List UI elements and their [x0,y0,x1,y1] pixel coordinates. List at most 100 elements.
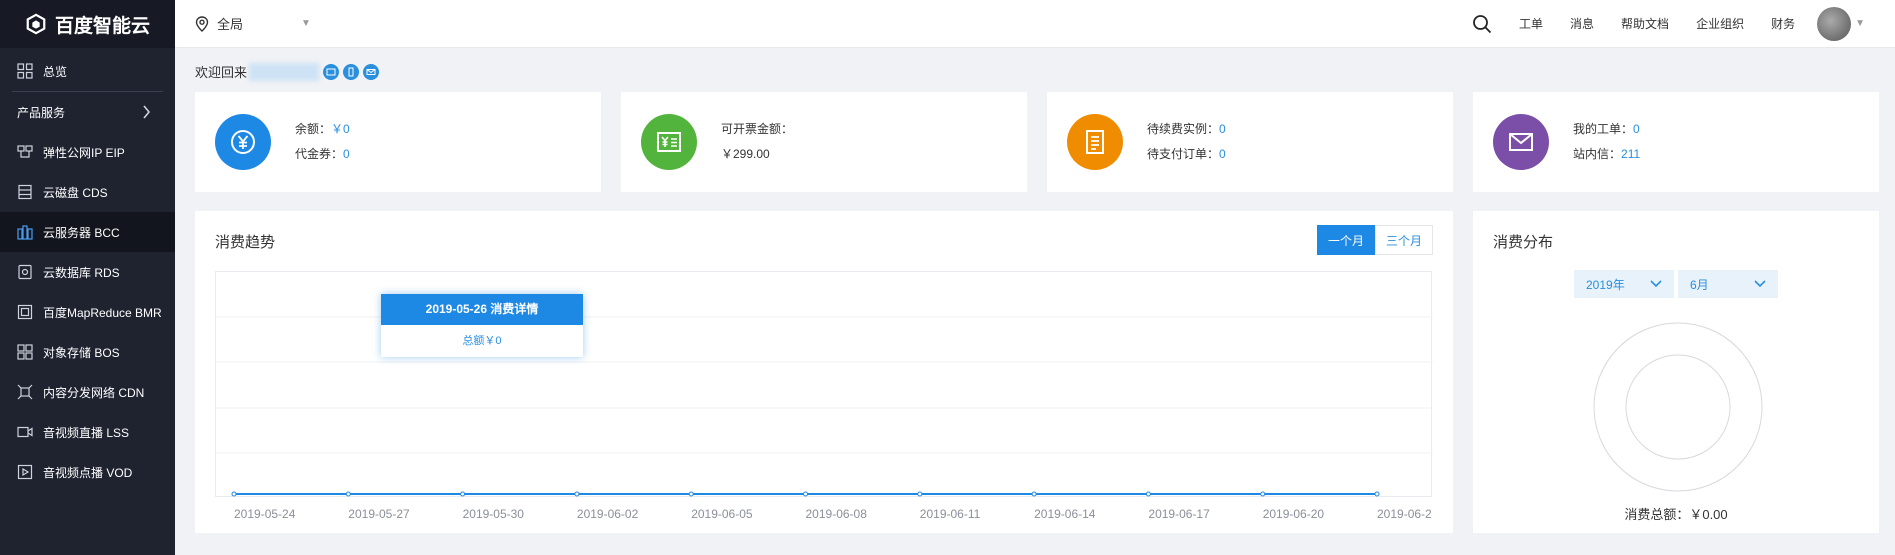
year-select[interactable]: 2019年 [1574,270,1674,298]
unpaid-value[interactable]: 0 [1219,147,1226,161]
unpaid-label: 待支付订单： [1147,147,1220,161]
welcome-bar: 欢迎回来 [195,62,380,81]
sidebar-item-label: 音视频直播 LSS [43,425,130,440]
sidebar-item-cds[interactable]: 云磁盘 CDS [0,172,175,212]
grid-icon [17,63,33,79]
renew-value[interactable]: 0 [1219,122,1226,136]
yuan-icon [215,114,271,170]
x-tick-label: 2019-05-30 [463,507,525,521]
balance-card: 余额：￥0 代金券：0 [195,92,601,192]
inbox-value[interactable]: 211 [1621,147,1640,161]
sidebar-item-bcc[interactable]: 云服务器 BCC [0,212,175,252]
sidebar-item-lss[interactable]: 音视频直播 LSS [0,412,175,452]
distribution-panel: 消费分布 2019年 6月 消费总额：￥0.00 [1473,211,1879,533]
x-tick-label: 2019-06-14 [1034,507,1096,521]
sidebar-item-bos[interactable]: 对象存储 BOS [0,332,175,372]
x-tick-label: 2019-05-27 [348,507,410,521]
distribution-total: 消费总额：￥0.00 [1624,507,1728,522]
live-icon [17,424,33,440]
trend-title: 消费趋势 [215,234,276,251]
period-selectors: 2019年 6月 [1574,270,1778,298]
month-select[interactable]: 6月 [1678,270,1778,298]
coupon-label: 代金券： [295,147,344,161]
coupon-value[interactable]: 0 [343,147,350,161]
tooltip-title: 2019-05-26 消费详情 [381,294,583,325]
chevron-down-icon[interactable]: ▼ [1855,18,1865,29]
region-label: 全局 [217,17,244,32]
x-tick-label: 2019-06-2 [1377,507,1432,521]
data-point [1260,491,1266,497]
sidebar-item-bmr[interactable]: 百度MapReduce BMR [0,292,175,332]
region-selector[interactable]: 全局 ▼ [195,14,311,33]
search-icon[interactable] [1472,14,1492,34]
sidebar-group-label: 产品服务 [17,105,66,120]
balance-value[interactable]: ￥0 [331,122,350,136]
sidebar-item-rds[interactable]: 云数据库 RDS [0,252,175,292]
sidebar-group-products[interactable]: 产品服务 [0,92,175,132]
email-verify-icon[interactable] [363,63,380,80]
data-point [1031,491,1037,497]
invoice-label: 可开票金额： [721,122,794,136]
sidebar-item-label: 总览 [43,64,68,79]
data-point [231,491,237,497]
sidebar: 百度智能云 总览 产品服务 弹性公网IP EIP 云磁盘 CDS 云服务器 BC… [0,0,175,555]
sidebar-item-label: 内容分发网络 CDN [43,385,145,400]
server-icon [17,224,33,240]
sidebar-item-label: 弹性公网IP EIP [43,145,125,160]
trend-panel: 消费趋势 一个月 三个月 2019-05-24 2019-05-27 2019-05… [195,211,1453,533]
year-select-value: 2019年 [1586,277,1625,292]
data-point [803,491,808,497]
orders-card: 待续费实例：0 待支付订单：0 [1047,92,1453,192]
x-tick-label: 2019-06-11 [920,507,981,521]
invoice-icon [641,114,697,170]
mail-icon [1493,114,1549,170]
inbox-label: 站内信： [1573,147,1622,161]
sidebar-product-list: 弹性公网IP EIP 云磁盘 CDS 云服务器 BCC 云数据库 RDS 百度M… [0,132,175,492]
disk-icon [17,184,33,200]
nav-organization[interactable]: 企业组织 [1696,15,1744,32]
top-bar: 全局 ▼ 工单 消息 帮助文档 企业组织 财务 ▼ [175,0,1895,48]
sidebar-item-overview[interactable]: 总览 [0,51,175,91]
chart-tooltip: 2019-05-26 消费详情 总额￥0 [381,294,583,357]
id-verify-icon[interactable] [323,63,340,80]
welcome-text: 欢迎回来 [195,65,248,80]
sidebar-item-cdn[interactable]: 内容分发网络 CDN [0,372,175,412]
sidebar-item-label: 云服务器 BCC [43,225,120,240]
chevron-down-icon [1650,280,1662,288]
sidebar-item-label: 音视频点播 VOD [43,465,133,480]
month-select-value: 6月 [1690,277,1709,292]
x-tick-label: 2019-06-08 [806,507,868,521]
nav-help-docs[interactable]: 帮助文档 [1621,15,1669,32]
list-icon [1067,114,1123,170]
sidebar-item-eip[interactable]: 弹性公网IP EIP [0,132,175,172]
range-one-month-button[interactable]: 一个月 [1316,225,1375,255]
location-pin-icon [195,15,209,32]
balance-label: 余额： [295,122,332,136]
ticket-card: 我的工单：0 站内信：211 [1473,92,1879,192]
sidebar-item-label: 百度MapReduce BMR [43,305,162,320]
data-point [917,491,923,497]
sidebar-item-label: 云数据库 RDS [43,265,120,280]
tooltip-total: 总额￥0 [462,335,502,347]
eip-icon [17,144,33,160]
brand-logo[interactable]: 百度智能云 [0,0,175,48]
nav-finance[interactable]: 财务 [1771,15,1795,32]
range-three-month-button[interactable]: 三个月 [1374,225,1433,255]
x-tick-label: 2019-06-17 [1148,507,1210,521]
x-tick-label: 2019-06-05 [691,507,753,521]
distribution-title: 消费分布 [1493,234,1554,251]
nav-ticket[interactable]: 工单 [1519,15,1543,32]
distribution-donut[interactable] [1593,322,1763,492]
chevron-right-icon [143,105,151,119]
storage-icon [17,344,33,360]
nav-message[interactable]: 消息 [1570,15,1594,32]
avatar[interactable] [1817,6,1852,41]
data-point [1374,491,1380,497]
brand-name: 百度智能云 [54,15,150,37]
phone-verify-icon[interactable] [343,63,360,80]
x-tick-label: 2019-05-24 [234,507,296,521]
my-ticket-value[interactable]: 0 [1633,122,1640,136]
x-tick-label: 2019-06-20 [1263,507,1325,521]
invoice-value: ￥299.00 [721,147,770,161]
sidebar-item-vod[interactable]: 音视频点播 VOD [0,452,175,492]
